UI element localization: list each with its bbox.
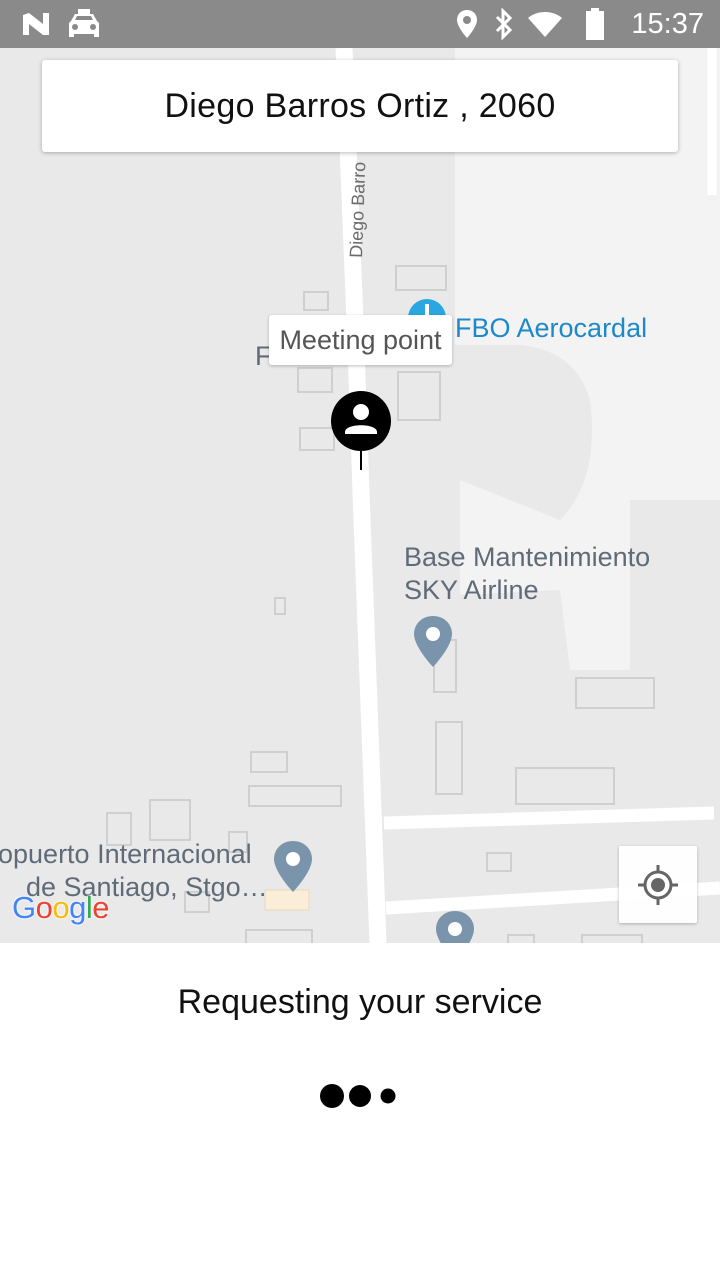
poi-label-base-line2[interactable]: SKY Airline	[404, 574, 539, 607]
meeting-point-bubble[interactable]: Meeting point	[269, 315, 452, 365]
status-bar: 15:37	[0, 0, 720, 48]
my-location-button[interactable]	[619, 846, 697, 923]
meeting-point-label: Meeting point	[279, 324, 442, 355]
loading-dots-icon	[320, 1084, 396, 1108]
taxi-icon	[64, 0, 104, 48]
crosshair-icon	[638, 864, 678, 905]
map-view[interactable]: Diego Barro FBO Aerocardal Base Mantenim…	[0, 48, 720, 943]
address-text: Diego Barros Ortiz , 2060	[164, 86, 556, 125]
location-icon	[452, 0, 482, 48]
poi-label-airport-line1[interactable]: opuerto Internacional	[0, 838, 252, 871]
wifi-icon	[526, 0, 564, 48]
map-pin-icon[interactable]	[273, 840, 313, 894]
bluetooth-icon	[490, 0, 518, 48]
map-pin-icon[interactable]	[413, 615, 453, 669]
poi-label-fbo[interactable]: FBO Aerocardal	[455, 312, 647, 345]
bottom-panel: Requesting your service	[0, 943, 720, 1280]
address-card[interactable]: Diego Barros Ortiz , 2060	[42, 60, 678, 152]
user-location-pin-icon[interactable]	[330, 390, 392, 472]
n-notification-icon	[18, 0, 54, 48]
poi-label-base-line1[interactable]: Base Mantenimiento	[404, 541, 650, 574]
clock: 15:37	[631, 8, 704, 40]
request-status-text: Requesting your service	[177, 983, 543, 1021]
battery-icon	[582, 0, 608, 48]
map-tiles: Diego Barro	[106, 48, 720, 943]
map-pin-icon[interactable]	[435, 910, 475, 943]
google-logo: Google	[12, 890, 110, 925]
street-name-label: Diego Barro	[346, 161, 369, 258]
